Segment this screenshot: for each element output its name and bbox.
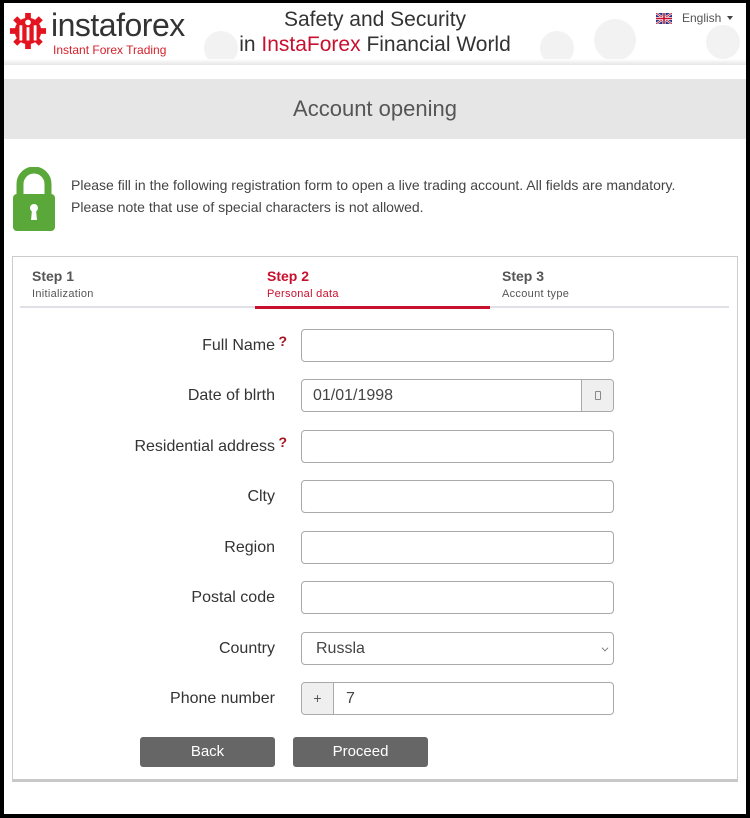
- country-label: Country: [218, 640, 275, 657]
- city-row: Clty: [13, 480, 739, 514]
- address-row: Residential address?: [13, 430, 739, 464]
- calendar-icon: [594, 391, 601, 400]
- step-tabs: Step 1 Initialization Step 2 Personal da…: [20, 257, 729, 309]
- chevron-down-icon: [601, 644, 609, 652]
- help-icon[interactable]: ?: [278, 333, 287, 349]
- padlock-icon: [13, 167, 55, 231]
- dob-row: Date of blrth 01/01/1998: [13, 379, 739, 413]
- country-row: Country Russla: [13, 632, 739, 666]
- registration-form: Step 1 Initialization Step 2 Personal da…: [12, 256, 738, 782]
- country-select[interactable]: Russla: [301, 632, 614, 665]
- language-selector[interactable]: English: [656, 11, 734, 25]
- slogan-line-2: in InstaForex Financial World: [220, 32, 530, 57]
- dob-value: 01/01/1998: [313, 387, 394, 404]
- uk-flag-icon: [656, 12, 672, 24]
- region-input[interactable]: [301, 531, 614, 564]
- background-decoration: [594, 19, 636, 61]
- step-label: Account type: [502, 288, 570, 300]
- slogan-prefix: in: [239, 33, 262, 56]
- phone-row: Phone number + 7: [13, 682, 739, 716]
- full-name-row: Full Name?: [13, 329, 739, 363]
- slogan-line-1: Safety and Security: [283, 8, 467, 31]
- label-text: Full Name: [202, 337, 275, 354]
- date-picker-button[interactable]: [581, 380, 613, 411]
- caret-down-icon: [727, 16, 734, 20]
- step-number: Step 1: [32, 268, 75, 284]
- city-input[interactable]: [301, 480, 614, 513]
- help-icon[interactable]: ?: [278, 434, 287, 450]
- phone-label: Phone number: [170, 690, 275, 707]
- phone-value: 7: [346, 690, 355, 707]
- slogan-brand: InstaForex: [261, 33, 361, 56]
- step-number: Step 2: [267, 268, 310, 284]
- back-button[interactable]: Back: [140, 737, 275, 767]
- phone-input[interactable]: + 7: [301, 682, 614, 715]
- step-3-tab[interactable]: Step 3 Account type: [490, 257, 725, 306]
- region-label: Region: [224, 539, 275, 556]
- page: instaforex Instant Forex Trading Safety …: [4, 3, 746, 814]
- address-input[interactable]: [301, 430, 614, 463]
- site-header: instaforex Instant Forex Trading Safety …: [4, 3, 746, 65]
- page-title: Account opening: [4, 79, 746, 139]
- full-name-label: Full Name?: [202, 333, 287, 355]
- dob-label: Date of blrth: [187, 387, 275, 404]
- step-label: Personal data: [267, 288, 339, 300]
- step-1-tab[interactable]: Step 1 Initialization: [20, 257, 255, 306]
- region-row: Region: [13, 531, 739, 565]
- postal-code-label: Postal code: [191, 589, 275, 606]
- full-name-input[interactable]: [301, 329, 614, 362]
- slogan-suffix: Financial World: [360, 33, 511, 56]
- gear-logo-icon: [9, 12, 47, 50]
- country-value: Russla: [316, 640, 365, 657]
- step-label: Initialization: [32, 288, 94, 300]
- address-label: Residential address?: [134, 434, 287, 456]
- background-decoration: [706, 25, 740, 59]
- logo-wordmark: instaforex: [51, 7, 185, 43]
- step-number: Step 3: [502, 268, 545, 284]
- dob-input[interactable]: 01/01/1998: [301, 379, 614, 412]
- notice-line-2: Please note that use of special characte…: [71, 199, 424, 215]
- postal-code-input[interactable]: [301, 581, 614, 614]
- language-label: English: [682, 11, 722, 25]
- instaforex-logo[interactable]: instaforex Instant Forex Trading: [9, 7, 199, 57]
- header-slogan: Safety and Security in InstaForex Financ…: [220, 7, 530, 57]
- form-notice: Please fill in the following registratio…: [71, 174, 675, 218]
- label-text: Residential address: [134, 438, 275, 455]
- phone-prefix: +: [302, 683, 334, 714]
- background-decoration: [540, 31, 574, 65]
- step-2-tab[interactable]: Step 2 Personal data: [255, 257, 490, 309]
- notice-line-1: Please fill in the following registratio…: [71, 177, 676, 193]
- logo-tagline: Instant Forex Trading: [53, 43, 167, 57]
- postal-code-row: Postal code: [13, 581, 739, 615]
- proceed-button[interactable]: Proceed: [293, 737, 428, 767]
- city-label: Clty: [247, 488, 275, 505]
